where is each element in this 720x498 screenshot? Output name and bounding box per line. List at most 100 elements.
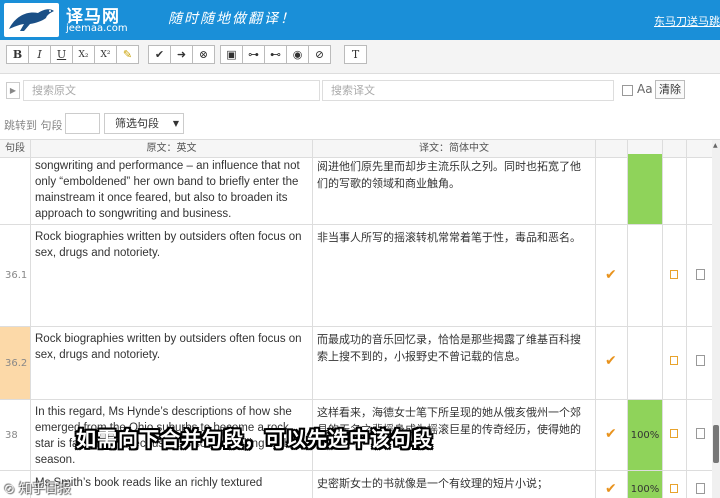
segment-id (0, 154, 31, 224)
match-cell: 100% (628, 471, 663, 498)
confirmed-check-icon[interactable]: ✔ (605, 481, 617, 497)
editor-toolbar: B I U X₂ X² ✎ ✔ ➜ ⊗ ▣ ⊶ ⊷ ◉ ⊘ T (0, 40, 720, 74)
next-button[interactable]: ➜ (170, 45, 193, 64)
close-circle-icon: ⊗ (198, 48, 209, 61)
source-text: Rock biographies written by outsiders of… (31, 327, 313, 399)
target-text[interactable]: 史密斯女士的书就像是一个有纹理的短片小说； (313, 471, 596, 498)
bold-icon: B (12, 48, 23, 61)
status-cell (596, 154, 628, 224)
confirm-button[interactable]: ✔ (148, 45, 171, 64)
segment-id: 38 (0, 400, 31, 470)
match-cell: 100% (628, 400, 663, 470)
show-tags-button[interactable]: ◉ (286, 45, 309, 64)
target-text[interactable]: 而最成功的音乐回忆录，恰恰是那些揭露了维基百科搜索上搜不到的，小报野史不曾记载的… (313, 327, 596, 399)
subscript-button[interactable]: X₂ (72, 45, 95, 64)
match-cell (628, 327, 663, 399)
jump-label: 跳转到 句段 (4, 119, 63, 132)
segment-group: ✔ ➜ ⊗ (148, 45, 215, 64)
link-icon: ⊷ (270, 48, 281, 61)
target-text[interactable]: 阅进他们原先里而却步主流乐队之列。同时也拓宽了他们的写歌的领域和商业触角。 (313, 154, 596, 224)
copy-cell (687, 154, 712, 224)
copy-source-button[interactable]: ▣ (220, 45, 243, 64)
copy-cell (687, 400, 712, 470)
text-plus-icon: T (351, 48, 360, 61)
target-search-input[interactable]: 搜索译文 (322, 80, 614, 101)
merge-button[interactable]: ⊶ (242, 45, 265, 64)
merge-icon: ⊶ (248, 48, 259, 61)
clear-format-icon: ✎ (122, 48, 133, 61)
source-text: Ms Smith’s book reads like an richly tex… (31, 471, 313, 498)
table-row[interactable]: 36.1 Rock biographies written by outside… (0, 225, 712, 327)
note-cell (663, 154, 687, 224)
table-row[interactable]: songwriting and performance – an influen… (0, 154, 712, 225)
format-group: B I U X₂ X² ✎ (6, 45, 139, 64)
case-sensitive-label: Aa (637, 82, 653, 96)
clear-search-button[interactable]: 清除 (655, 80, 685, 99)
jump-row: 跳转到 句段 筛选句段 ▼ (0, 108, 720, 140)
copy-icon[interactable] (696, 355, 705, 366)
table-row[interactable]: Ms Smith’s book reads like an richly tex… (0, 471, 712, 498)
match-cell (628, 225, 663, 326)
jump-segment-input[interactable] (65, 113, 100, 134)
confirmed-check-icon[interactable]: ✔ (605, 353, 617, 369)
horse-logo-icon (9, 9, 54, 31)
confirm-icon: ✔ (154, 48, 165, 61)
copy-icon[interactable] (696, 269, 705, 280)
italic-icon: I (37, 48, 42, 61)
tools-group: ▣ ⊶ ⊷ ◉ ⊘ (220, 45, 331, 64)
note-cell (663, 400, 687, 470)
note-cell (663, 471, 687, 498)
clear-format-button[interactable]: ✎ (116, 45, 139, 64)
note-icon[interactable] (670, 270, 678, 279)
logo[interactable] (4, 3, 59, 37)
confirmed-check-icon[interactable]: ✔ (605, 426, 617, 442)
eye-icon: ◉ (292, 48, 303, 61)
filter-label: 筛选句段 (115, 117, 159, 130)
scrollbar-thumb[interactable] (713, 425, 719, 463)
source-text: Rock biographies written by outsiders of… (31, 225, 313, 326)
case-sensitive-checkbox[interactable] (622, 85, 633, 96)
status-cell: ✔ (596, 225, 628, 326)
copy-cell (687, 327, 712, 399)
status-cell: ✔ (596, 327, 628, 399)
user-link[interactable]: 东马刀送马跳 (654, 13, 720, 29)
table-row-selected[interactable]: 36.2 Rock biographies written by outside… (0, 327, 712, 400)
source-search-input[interactable]: 搜索原文 (23, 80, 320, 101)
watermark: ⊙ 知乎日报 (4, 482, 72, 497)
caret-down-icon: ▼ (172, 119, 179, 128)
copy-icon[interactable] (696, 483, 705, 494)
note-icon[interactable] (670, 356, 678, 365)
target-text[interactable]: 非当事人所写的摇滚转机常常着笔于性，毒品和恶名。 (313, 225, 596, 326)
app-header: 译马网 jeemaa.com 随时随地做翻译！ 东马刀送马跳 (0, 0, 720, 40)
arrow-right-icon: ➜ (176, 48, 187, 61)
text-plus-button[interactable]: T (344, 45, 367, 64)
subscript-icon: X₂ (78, 49, 89, 60)
note-icon[interactable] (670, 429, 678, 438)
copy-cell (687, 471, 712, 498)
site-domain: jeemaa.com (66, 23, 128, 34)
hide-tags-button[interactable]: ⊘ (308, 45, 331, 64)
panel-toggle-button[interactable]: ▶ (6, 82, 20, 99)
superscript-button[interactable]: X² (94, 45, 117, 64)
split-button[interactable]: ⊷ (264, 45, 287, 64)
filter-segments-select[interactable]: 筛选句段 ▼ (104, 113, 184, 134)
superscript-icon: X² (100, 49, 111, 60)
underline-button[interactable]: U (50, 45, 73, 64)
scroll-up-icon[interactable]: ▲ (713, 142, 718, 149)
underline-icon: U (56, 48, 67, 61)
match-cell (628, 154, 663, 224)
extra-group: T (344, 45, 367, 64)
status-cell: ✔ (596, 471, 628, 498)
source-text: songwriting and performance – an influen… (31, 154, 313, 224)
table-scrollbar[interactable]: ▲ (712, 140, 720, 498)
status-cell: ✔ (596, 400, 628, 470)
confirmed-check-icon[interactable]: ✔ (605, 267, 617, 283)
note-cell (663, 225, 687, 326)
note-icon[interactable] (670, 484, 678, 493)
video-caption: 如需向下合并句段，可以先选中该句段 (76, 427, 433, 451)
copy-icon[interactable] (696, 428, 705, 439)
segment-id: 36.1 (0, 225, 31, 326)
bold-button[interactable]: B (6, 45, 29, 64)
italic-button[interactable]: I (28, 45, 51, 64)
reject-button[interactable]: ⊗ (192, 45, 215, 64)
